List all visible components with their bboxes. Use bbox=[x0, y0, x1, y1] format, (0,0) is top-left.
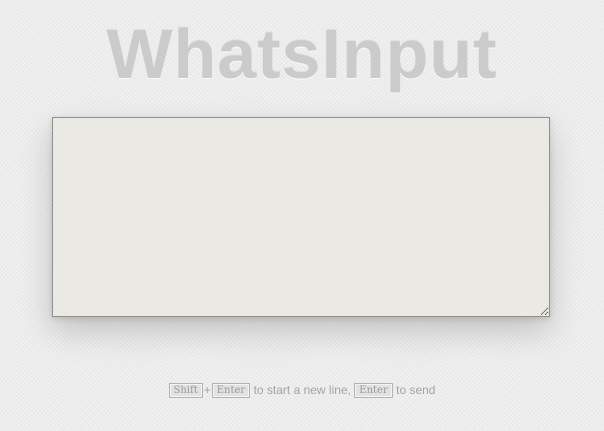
enter-key-label: Enter bbox=[211, 383, 251, 399]
plus-sign: + bbox=[203, 383, 211, 397]
keyboard-hint: Shift + Enter to start a new line, Enter t… bbox=[0, 381, 604, 399]
send-hint-text: to send bbox=[396, 383, 436, 397]
message-input[interactable] bbox=[52, 117, 550, 317]
enter-key-label-send: Enter bbox=[354, 383, 393, 399]
newline-hint-text: to start a new line, bbox=[253, 383, 351, 397]
shift-key-label: Shift bbox=[168, 383, 203, 399]
app-title: WhatsInput bbox=[106, 15, 498, 93]
message-input-container bbox=[52, 117, 550, 317]
